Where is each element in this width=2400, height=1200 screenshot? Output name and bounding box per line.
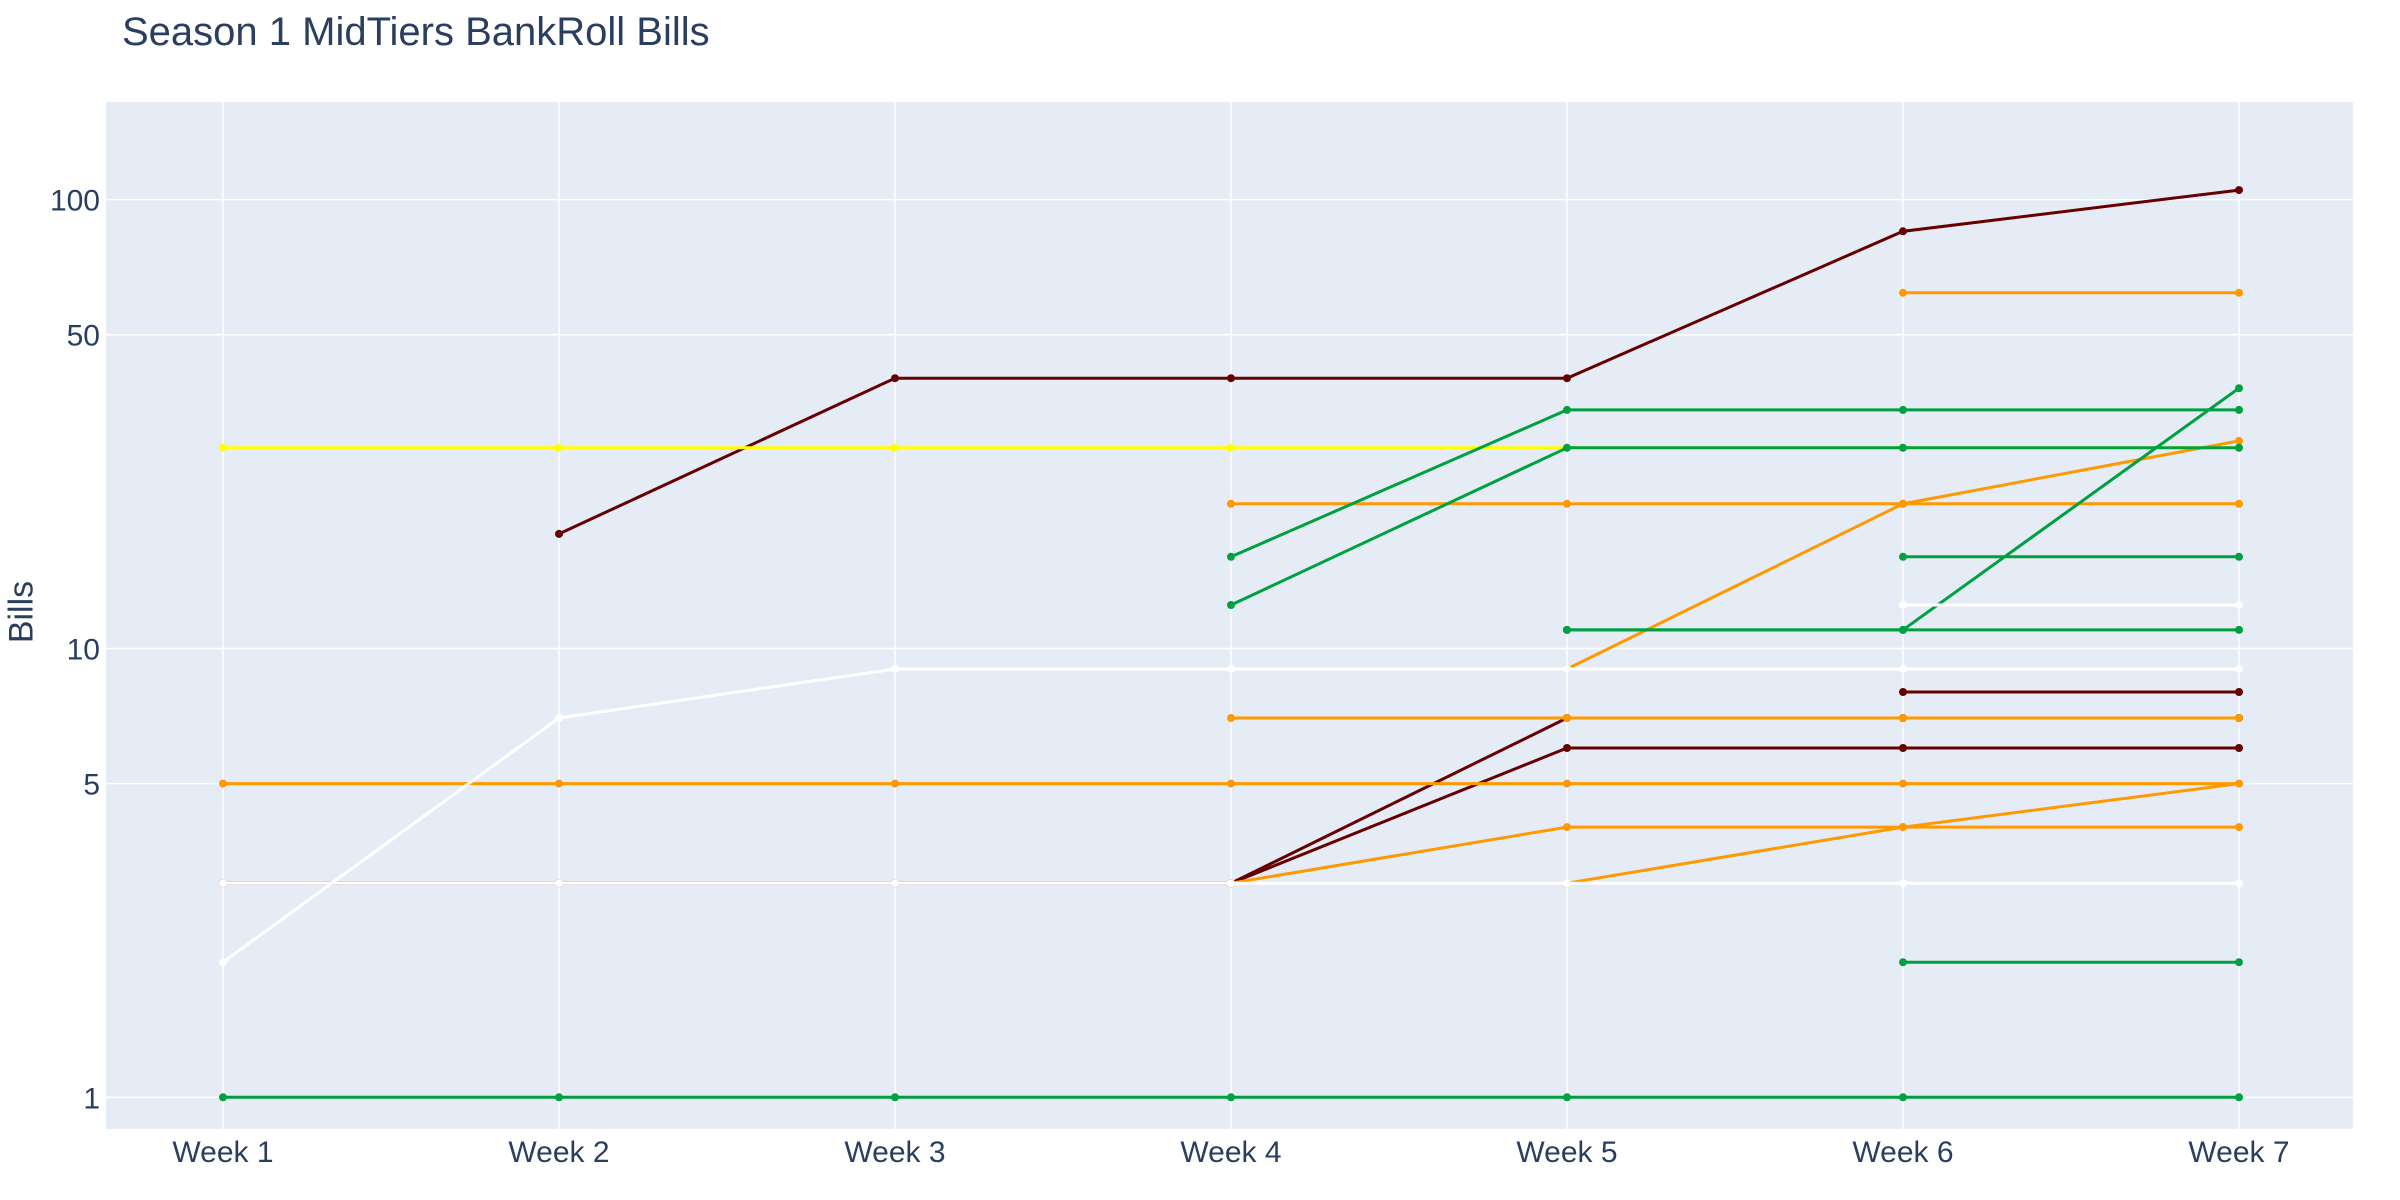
data-point: [2235, 823, 2243, 832]
data-point: [2235, 601, 2243, 609]
data-point: [1899, 665, 1907, 673]
x-tick-label: Week 4: [1180, 1136, 1281, 1169]
data-point: [1563, 499, 1571, 508]
data-point: [2235, 1093, 2243, 1102]
data-point: [2235, 384, 2243, 393]
data-point: [2235, 288, 2243, 297]
plot-background: [106, 102, 2353, 1129]
data-point: [1563, 823, 1571, 832]
data-point: [1563, 879, 1571, 888]
data-point: [1563, 665, 1571, 673]
data-point: [1563, 714, 1571, 722]
data-point: [1899, 625, 1907, 634]
data-point: [1227, 374, 1235, 383]
data-point: [891, 779, 899, 788]
x-tick-label: Week 3: [844, 1136, 945, 1169]
data-point: [555, 879, 563, 888]
data-point: [219, 958, 227, 967]
data-point: [1899, 499, 1907, 508]
data-point: [1899, 823, 1907, 832]
y-tick-label: 1: [83, 1082, 100, 1115]
data-point: [1563, 374, 1571, 383]
data-point: [1227, 601, 1235, 609]
x-tick-label: Week 7: [2188, 1136, 2289, 1169]
data-point: [555, 1093, 563, 1102]
data-point: [1227, 665, 1235, 673]
data-point: [1563, 779, 1571, 788]
data-point: [2235, 779, 2243, 788]
data-point: [1899, 744, 1907, 752]
data-point: [2235, 186, 2243, 195]
y-tick-label: 50: [67, 320, 100, 353]
data-point: [2235, 744, 2243, 752]
x-tick-label: Week 5: [1516, 1136, 1617, 1169]
data-point: [1899, 879, 1907, 888]
data-point: [1227, 779, 1235, 788]
y-tick-label: 10: [67, 633, 100, 666]
data-point: [891, 1093, 899, 1102]
x-tick-label: Week 6: [1852, 1136, 1953, 1169]
data-point: [1899, 779, 1907, 788]
data-point: [1227, 552, 1235, 561]
data-point: [1227, 443, 1235, 452]
data-point: [1899, 958, 1907, 967]
data-point: [2235, 436, 2243, 445]
y-tick-label: 100: [50, 185, 100, 218]
data-point: [219, 779, 227, 788]
data-point: [891, 443, 899, 452]
data-point: [1227, 499, 1235, 508]
x-tick-label: Week 1: [172, 1136, 273, 1169]
data-point: [555, 443, 563, 452]
data-point: [2235, 443, 2243, 452]
data-point: [219, 879, 227, 888]
data-point: [555, 529, 563, 538]
data-point: [2235, 405, 2243, 414]
data-point: [219, 443, 227, 452]
data-point: [1899, 443, 1907, 452]
data-point: [1899, 688, 1907, 696]
data-point: [2235, 665, 2243, 673]
data-point: [1227, 714, 1235, 722]
data-point: [1899, 405, 1907, 414]
data-point: [2235, 688, 2243, 696]
data-point: [2235, 625, 2243, 634]
data-point: [1563, 443, 1571, 452]
data-point: [1563, 405, 1571, 414]
data-point: [891, 374, 899, 383]
data-point: [1899, 1093, 1907, 1102]
chart: Season 1 MidTiers BankRoll Bills Bills 1…: [0, 0, 2400, 1200]
data-point: [1899, 714, 1907, 722]
data-point: [1563, 625, 1571, 634]
data-point: [2235, 552, 2243, 561]
data-point: [2235, 499, 2243, 508]
data-point: [2235, 714, 2243, 722]
data-point: [1563, 1093, 1571, 1102]
y-tick-label: 5: [83, 769, 100, 802]
data-point: [1227, 879, 1235, 888]
x-tick-label: Week 2: [508, 1136, 609, 1169]
data-point: [1899, 552, 1907, 561]
data-point: [891, 665, 899, 673]
data-point: [1899, 601, 1907, 609]
data-point: [219, 1093, 227, 1102]
data-point: [1899, 288, 1907, 297]
data-point: [1227, 1093, 1235, 1102]
plot-svg: 1 5 10 50 100 Week 1 Week 2 Week 3 Week 4 Week 5 W…: [50, 102, 2353, 1169]
data-point: [2235, 958, 2243, 967]
data-point: [1899, 227, 1907, 236]
data-point: [2235, 879, 2243, 888]
data-point: [555, 779, 563, 788]
data-point: [891, 879, 899, 888]
data-point: [1563, 744, 1571, 752]
data-point: [555, 714, 563, 722]
